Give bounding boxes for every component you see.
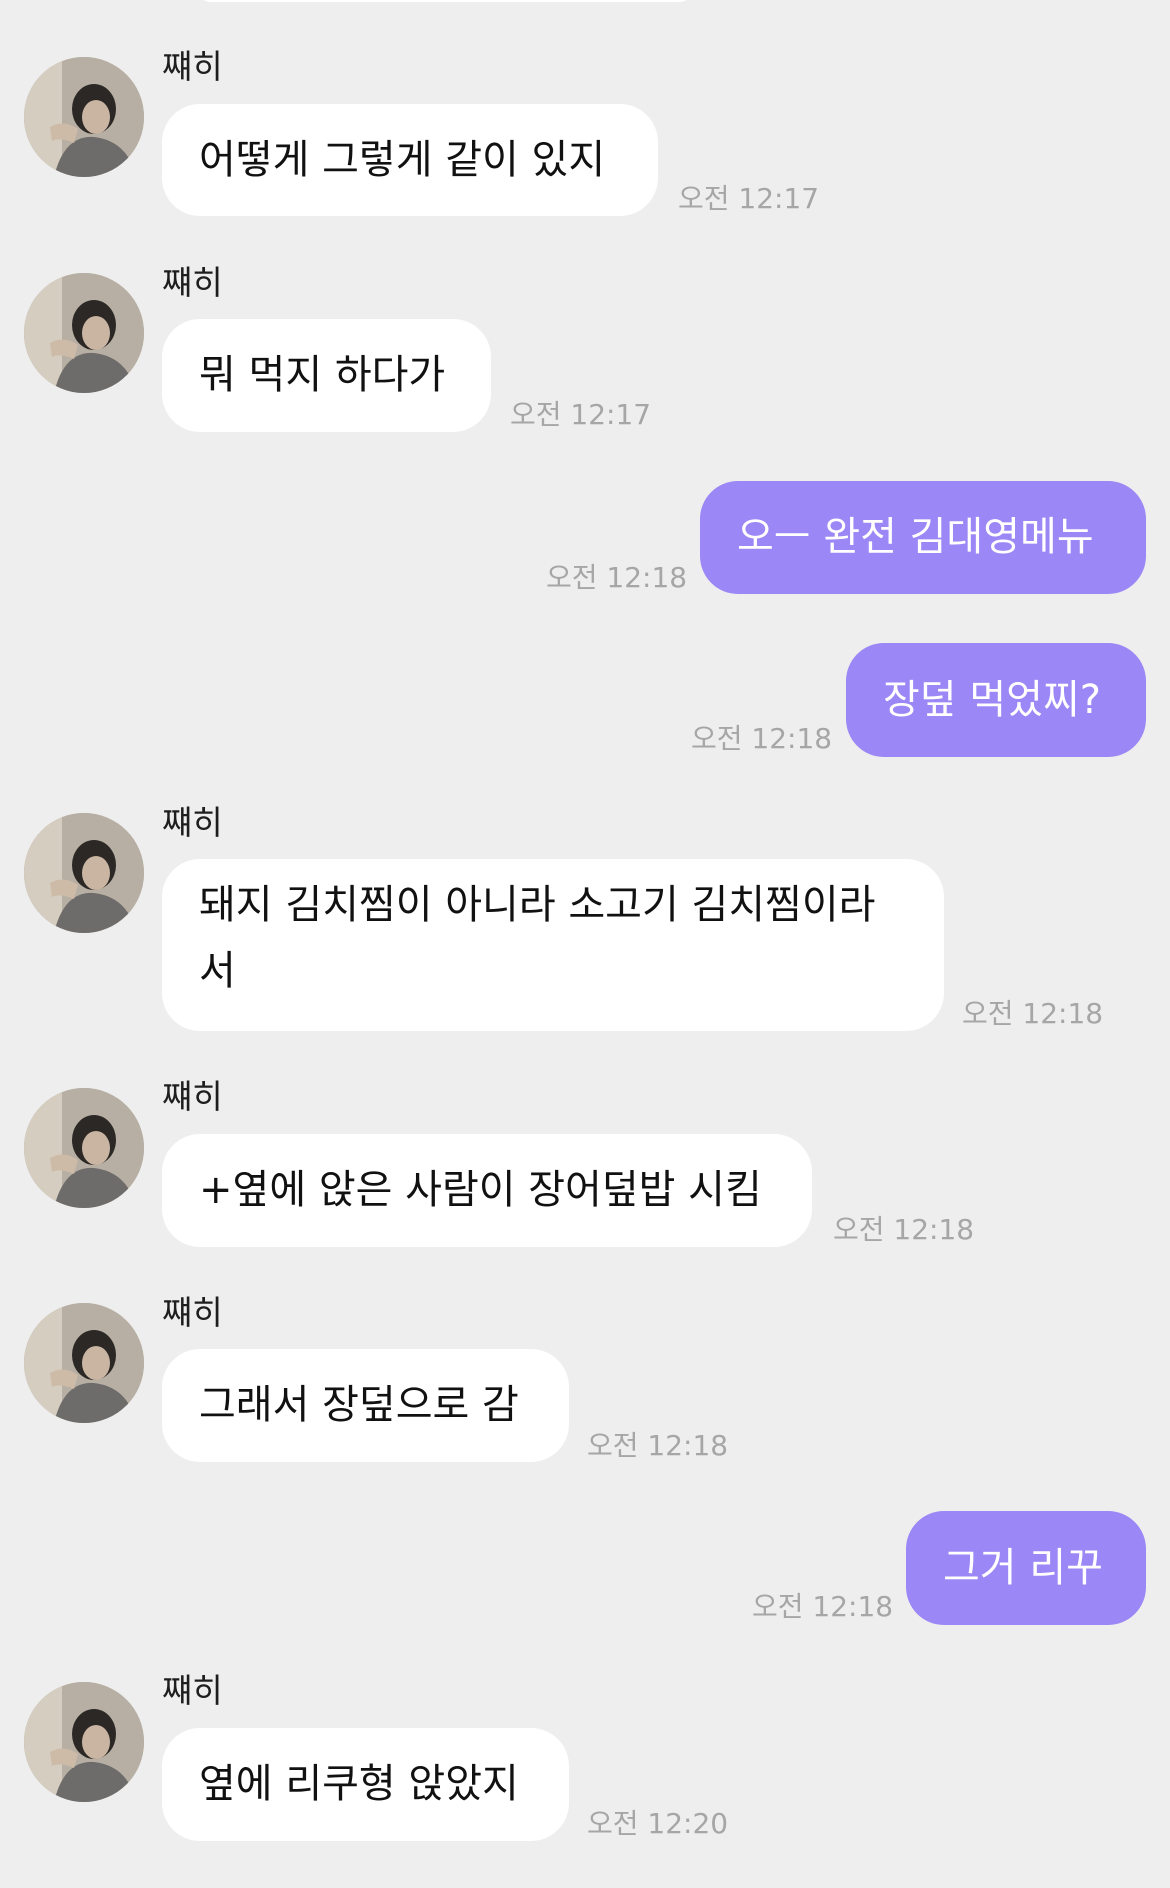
sender-name: 쨰히 [162, 47, 223, 86]
message-timestamp: 오전 12:18 [691, 722, 833, 755]
chat-thread: 쨰히 어떻게 그렇게 같이 있지 오전 12:17 쨰히 뭐 먹지 하다가 오전… [0, 0, 1170, 1888]
outgoing-message-bubble[interactable]: 장덮 먹었찌? [846, 643, 1146, 757]
incoming-message-bubble[interactable]: +옆에 앉은 사람이 장어덮밥 시킴 [162, 1134, 812, 1247]
message-timestamp: 오전 12:18 [752, 1590, 894, 1623]
incoming-message-bubble[interactable]: 어떻게 그렇게 같이 있지 [162, 104, 658, 216]
incoming-message-bubble[interactable]: 돼지 김치찜이 아니라 소고기 김치찜이라 서 [162, 859, 944, 1031]
message-timestamp: 오전 12:18 [962, 997, 1104, 1030]
avatar-photo-icon [24, 1682, 144, 1802]
message-timestamp: 오전 12:18 [587, 1429, 729, 1462]
sender-avatar[interactable] [24, 273, 144, 393]
message-timestamp: 오전 12:18 [833, 1213, 975, 1246]
sender-name: 쨰히 [162, 1077, 223, 1116]
message-timestamp: 오전 12:20 [587, 1807, 729, 1840]
avatar-photo-icon [24, 1303, 144, 1423]
sender-avatar[interactable] [24, 57, 144, 177]
avatar-photo-icon [24, 813, 144, 933]
sender-name: 쨰히 [162, 1671, 223, 1710]
message-timestamp: 오전 12:17 [510, 398, 652, 431]
incoming-message-bubble[interactable]: 그래서 장덮으로 감 [162, 1349, 569, 1462]
avatar-photo-icon [24, 57, 144, 177]
avatar-photo-icon [24, 273, 144, 393]
sender-name: 쨰히 [162, 803, 223, 842]
incoming-message-bubble[interactable]: 옆에 리쿠형 앉았지 [162, 1728, 569, 1841]
message-text-line: 돼지 김치찜이 아니라 소고기 김치찜이라 [199, 882, 876, 928]
message-timestamp: 오전 12:18 [546, 561, 688, 594]
sender-name: 쨰히 [162, 1293, 223, 1332]
sender-name: 쨰히 [162, 263, 223, 302]
sender-avatar[interactable] [24, 813, 144, 933]
sender-avatar[interactable] [24, 1303, 144, 1423]
message-text-line: 서 [199, 948, 236, 994]
sender-avatar[interactable] [24, 1088, 144, 1208]
outgoing-message-bubble[interactable]: 그거 리꾸 [906, 1511, 1146, 1625]
outgoing-message-bubble[interactable]: 오ㅡ 완전 김대영메뉴 [700, 481, 1146, 594]
sender-avatar[interactable] [24, 1682, 144, 1802]
avatar-photo-icon [24, 1088, 144, 1208]
incoming-message-bubble[interactable]: 뭐 먹지 하다가 [162, 319, 491, 432]
previous-message-bubble[interactable] [195, 0, 695, 2]
message-timestamp: 오전 12:17 [678, 182, 820, 215]
